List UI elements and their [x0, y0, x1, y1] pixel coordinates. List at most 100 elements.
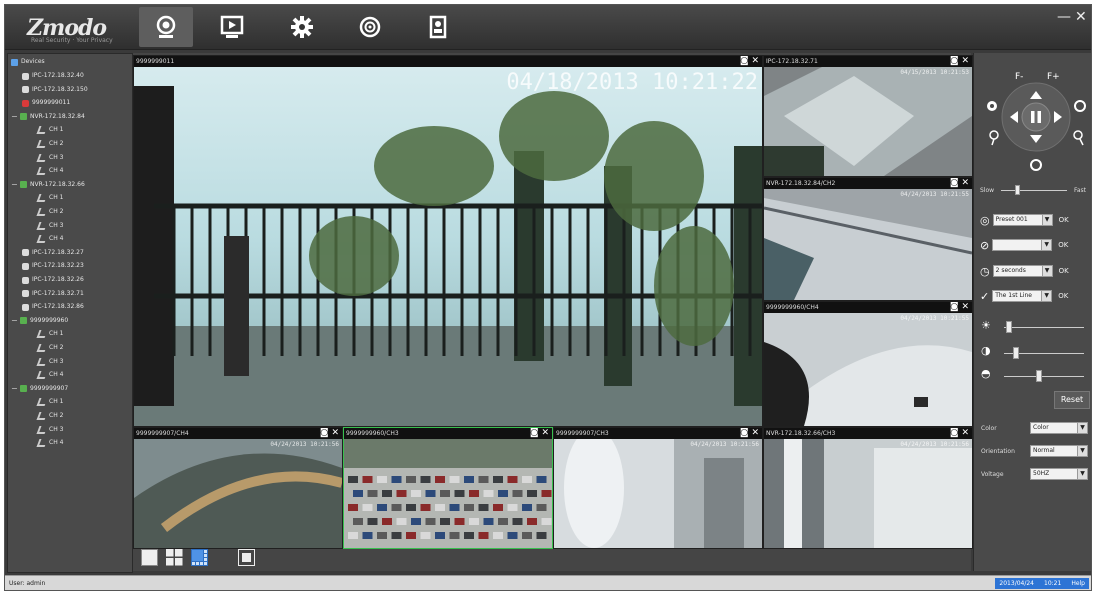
cruise-ok-button[interactable]: OK: [1058, 241, 1068, 249]
camera-icon: [22, 262, 29, 270]
layout-2x2-button[interactable]: [166, 549, 183, 566]
close-icon[interactable]: ✕: [751, 56, 759, 66]
focus-near-button[interactable]: F-: [1015, 72, 1023, 82]
tree-device-item[interactable]: − NVR-172.18.32.66: [11, 179, 85, 191]
video-cell-b2[interactable]: 9999999960/CH3 ◙ ✕: [343, 427, 553, 549]
snapshot-icon[interactable]: ◙: [530, 428, 539, 438]
video-cell-b4[interactable]: NVR-172.18.32.66/CH3 ◙ ✕ 04/24/2013 10:21…: [763, 427, 973, 549]
close-icon[interactable]: ✕: [541, 428, 549, 438]
parked-car: [391, 504, 402, 511]
playback-tab[interactable]: [205, 7, 259, 47]
line-select[interactable]: The 1st Line ▼: [992, 290, 1053, 302]
minimize-button[interactable]: —: [1057, 9, 1071, 25]
layout-1x1-button[interactable]: [141, 549, 158, 566]
close-icon[interactable]: ✕: [961, 56, 969, 66]
tree-device-item[interactable]: − NVR-172.18.32.84: [11, 111, 85, 123]
parked-car: [464, 504, 474, 511]
tree-channel-item[interactable]: CH 2: [36, 206, 63, 218]
tree-channel-item[interactable]: CH 1: [36, 192, 63, 204]
video-cell-b1[interactable]: 9999999907/CH4 ◙ ✕ 04/24/2013 10:21:56: [133, 427, 343, 549]
tree-channel-item[interactable]: CH 1: [36, 396, 63, 408]
tree-channel-item[interactable]: CH 3: [36, 152, 63, 164]
user-tab[interactable]: [411, 7, 465, 47]
close-icon[interactable]: ✕: [961, 302, 969, 312]
line-ok-button[interactable]: OK: [1058, 292, 1068, 300]
tree-device-item[interactable]: 9999999011: [22, 97, 70, 109]
saturation-slider-thumb[interactable]: [1035, 370, 1042, 382]
tree-channel-item[interactable]: CH 4: [36, 369, 63, 381]
preset-select[interactable]: Preset 001 ▼: [992, 214, 1053, 226]
help-button[interactable]: Help: [1071, 578, 1085, 589]
tree-device-item[interactable]: IPC-172.18.32.27: [22, 247, 84, 259]
video-cell-main[interactable]: 9999999011 ◙ ✕ 04/18/2013 10:21:22: [133, 55, 763, 427]
focus-far-button[interactable]: F+: [1047, 72, 1060, 82]
tree-device-item[interactable]: IPC-172.18.32.86: [22, 301, 84, 313]
tree-channel-item[interactable]: CH 2: [36, 342, 63, 354]
tree-channel-item[interactable]: CH 2: [36, 410, 63, 422]
tree-toggle[interactable]: −: [11, 111, 18, 123]
tree-device-item[interactable]: − 9999999907: [11, 383, 68, 395]
tree-channel-item[interactable]: CH 1: [36, 124, 63, 136]
snapshot-icon[interactable]: ◙: [740, 428, 749, 438]
settings-tab[interactable]: [275, 7, 329, 47]
cruise-select[interactable]: ▼: [992, 239, 1053, 251]
fullscreen-button[interactable]: [238, 549, 255, 566]
tree-channel-item[interactable]: CH 1: [36, 328, 63, 340]
nvr-icon: [20, 385, 27, 393]
tree-device-item[interactable]: IPC-172.18.32.40: [22, 70, 84, 82]
snapshot-icon[interactable]: ◙: [950, 56, 959, 66]
tree-toggle[interactable]: −: [11, 315, 18, 327]
parked-car: [411, 518, 421, 525]
network-tab[interactable]: [343, 7, 397, 47]
snapshot-icon[interactable]: ◙: [950, 178, 959, 188]
video-cell-b3-title: 9999999907/CH3: [556, 430, 609, 437]
close-icon[interactable]: ✕: [961, 178, 969, 188]
close-button[interactable]: ✕: [1075, 9, 1087, 25]
snapshot-icon[interactable]: ◙: [950, 428, 959, 438]
saturation-slider[interactable]: [1004, 370, 1084, 382]
color-select[interactable]: Color ▼: [1030, 422, 1088, 434]
tree-channel-item[interactable]: CH 4: [36, 165, 63, 177]
tree-toggle[interactable]: −: [11, 383, 18, 395]
video-cell-r1[interactable]: IPC-172.18.32.71 ◙ ✕ 04/15/2013 10:21:53: [763, 55, 973, 177]
interval-ok-button[interactable]: OK: [1059, 267, 1069, 275]
reset-button[interactable]: Reset: [1054, 391, 1090, 409]
voltage-select[interactable]: 50HZ ▼: [1030, 468, 1088, 480]
play-icon: [220, 15, 244, 38]
tree-device-item[interactable]: IPC-172.18.32.26: [22, 274, 84, 286]
live-view-tab[interactable]: [139, 7, 193, 47]
contrast-slider[interactable]: [1004, 347, 1084, 359]
speed-slider-thumb[interactable]: [1015, 185, 1021, 195]
tree-device-item[interactable]: IPC-172.18.32.23: [22, 260, 84, 272]
snapshot-icon[interactable]: ◙: [950, 302, 959, 312]
ptz-directional-pad[interactable]: F- F+: [980, 61, 1086, 173]
orientation-select[interactable]: Normal ▼: [1030, 445, 1088, 457]
contrast-slider-thumb[interactable]: [1013, 347, 1020, 359]
tree-channel-item[interactable]: CH 4: [36, 233, 63, 245]
tree-channel-item[interactable]: CH 2: [36, 138, 63, 150]
tree-channel-item[interactable]: CH 3: [36, 220, 63, 232]
close-icon[interactable]: ✕: [751, 428, 759, 438]
tree-root[interactable]: Devices: [11, 56, 45, 68]
snapshot-icon[interactable]: ◙: [740, 56, 749, 66]
close-icon[interactable]: ✕: [331, 428, 339, 438]
video-cell-r2[interactable]: NVR-172.18.32.84/CH2 ◙ ✕ 04/24/2013 10:21…: [763, 177, 973, 301]
tree-toggle[interactable]: −: [11, 179, 18, 191]
brightness-slider[interactable]: [1004, 321, 1084, 333]
speed-slider[interactable]: [997, 185, 1071, 195]
layout-1plus7-button[interactable]: [191, 549, 208, 566]
tree-channel-item[interactable]: CH 3: [36, 356, 63, 368]
preset-ok-button[interactable]: OK: [1059, 216, 1069, 224]
tree-channel-item[interactable]: CH 4: [36, 437, 63, 449]
parked-car: [536, 476, 547, 483]
snapshot-icon[interactable]: ◙: [320, 428, 329, 438]
close-icon[interactable]: ✕: [961, 428, 969, 438]
brightness-slider-thumb[interactable]: [1005, 321, 1012, 333]
video-cell-r3[interactable]: 9999999960/CH4 ◙ ✕ 04/24/2013 10:21:55: [763, 301, 973, 427]
tree-device-item[interactable]: IPC-172.18.32.71: [22, 288, 84, 300]
tree-device-item[interactable]: − 9999999960: [11, 315, 68, 327]
video-cell-b3[interactable]: 9999999907/CH3 ◙ ✕ 04/24/2013 10:21:56: [553, 427, 763, 549]
interval-select[interactable]: 2 seconds ▼: [992, 265, 1053, 277]
tree-channel-item[interactable]: CH 3: [36, 424, 63, 436]
tree-device-item[interactable]: IPC-172.18.32.150: [22, 84, 88, 96]
